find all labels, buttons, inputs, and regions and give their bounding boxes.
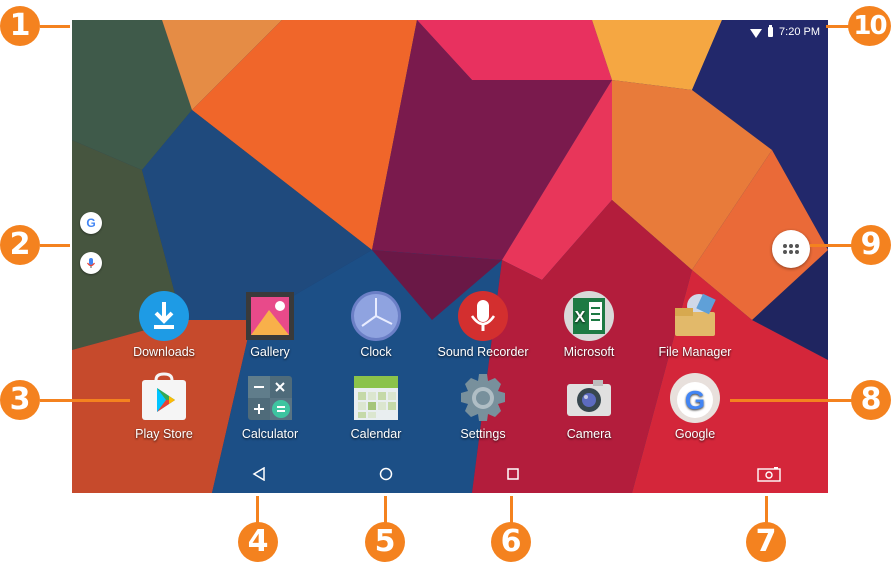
- google-search-icon[interactable]: G: [80, 212, 102, 234]
- settings-icon: [457, 372, 509, 424]
- downloads-icon: [138, 290, 190, 342]
- status-time: 7:20 PM: [779, 26, 820, 38]
- recent-square-icon: [507, 468, 519, 480]
- screenshot-camera-icon: [757, 467, 781, 482]
- callout-marker: 5: [365, 522, 405, 562]
- callout-marker: 1: [0, 6, 40, 46]
- callout-marker: 4: [238, 522, 278, 562]
- status-bar: 7:20 PM: [750, 22, 820, 42]
- app-calculator[interactable]: Calculator: [215, 372, 325, 441]
- battery-icon: [768, 25, 774, 37]
- back-triangle-icon: [252, 467, 265, 481]
- home-button[interactable]: [375, 463, 397, 485]
- app-label: Google: [674, 427, 716, 441]
- camera-icon: [563, 372, 615, 424]
- app-file-manager[interactable]: File Manager: [640, 290, 750, 359]
- app-label: Microsoft: [563, 345, 615, 359]
- calendar-icon: [350, 372, 402, 424]
- callout-line: [384, 496, 387, 523]
- callout-marker: 9: [851, 225, 891, 265]
- callout-line: [256, 496, 259, 523]
- file-manager-icon: [669, 290, 721, 342]
- callout-line: [40, 244, 70, 247]
- sound-recorder-icon: [457, 290, 509, 342]
- svg-text:X: X: [575, 309, 586, 326]
- app-sound-recorder[interactable]: Sound Recorder: [428, 290, 538, 359]
- app-label: Calculator: [241, 427, 299, 441]
- home-circle-icon: [379, 467, 393, 481]
- back-button[interactable]: [248, 463, 270, 485]
- app-camera[interactable]: Camera: [534, 372, 644, 441]
- callout-marker: 6: [491, 522, 531, 562]
- clock-icon: [350, 290, 402, 342]
- app-downloads[interactable]: Downloads: [109, 290, 219, 359]
- callout-marker: 8: [851, 380, 891, 420]
- callout-line: [810, 244, 852, 247]
- app-label: File Manager: [658, 345, 732, 359]
- callout-marker: 10: [848, 6, 891, 46]
- app-microsoft-folder[interactable]: X Microsoft: [534, 290, 644, 359]
- search-sidebar: G: [80, 212, 102, 274]
- callout-line: [826, 25, 849, 28]
- app-settings[interactable]: Settings: [428, 372, 538, 441]
- microsoft-folder-icon: X: [563, 290, 615, 342]
- svg-text:G: G: [86, 216, 95, 230]
- app-gallery[interactable]: Gallery: [215, 290, 325, 359]
- play-store-icon: [138, 372, 190, 424]
- callout-marker: 2: [0, 225, 40, 265]
- callout-line: [40, 25, 70, 28]
- callout-marker: 3: [0, 380, 40, 420]
- app-label: Play Store: [135, 427, 193, 441]
- voice-search-icon[interactable]: [80, 252, 102, 274]
- app-label: Gallery: [250, 345, 290, 359]
- callout-line: [40, 399, 130, 402]
- app-label: Camera: [566, 427, 612, 441]
- navigation-bar: [72, 453, 828, 493]
- app-label: Calendar: [350, 427, 402, 441]
- wifi-icon: [750, 28, 763, 38]
- recent-apps-button[interactable]: [502, 463, 524, 485]
- app-label: Downloads: [133, 345, 195, 359]
- callout-line: [765, 496, 768, 523]
- app-label: Settings: [460, 427, 506, 441]
- screenshot-button[interactable]: [756, 463, 782, 485]
- app-play-store[interactable]: Play Store: [109, 372, 219, 441]
- callout-marker: 7: [746, 522, 786, 562]
- calculator-icon: [244, 372, 296, 424]
- tablet-screen: 7:20 PM G Downloads Gallery Clock Sound …: [72, 20, 828, 493]
- app-drawer-button[interactable]: [772, 230, 810, 268]
- gallery-icon: [244, 290, 296, 342]
- app-calendar[interactable]: Calendar: [321, 372, 431, 441]
- app-label: Sound Recorder: [437, 345, 529, 359]
- app-google-folder[interactable]: G Google: [640, 372, 750, 441]
- grid-dots-icon: [783, 244, 799, 254]
- google-folder-icon: G: [669, 372, 721, 424]
- callout-line: [730, 399, 852, 402]
- app-clock[interactable]: Clock: [321, 290, 431, 359]
- callout-line: [510, 496, 513, 523]
- app-label: Clock: [360, 345, 392, 359]
- svg-text:G: G: [685, 385, 705, 415]
